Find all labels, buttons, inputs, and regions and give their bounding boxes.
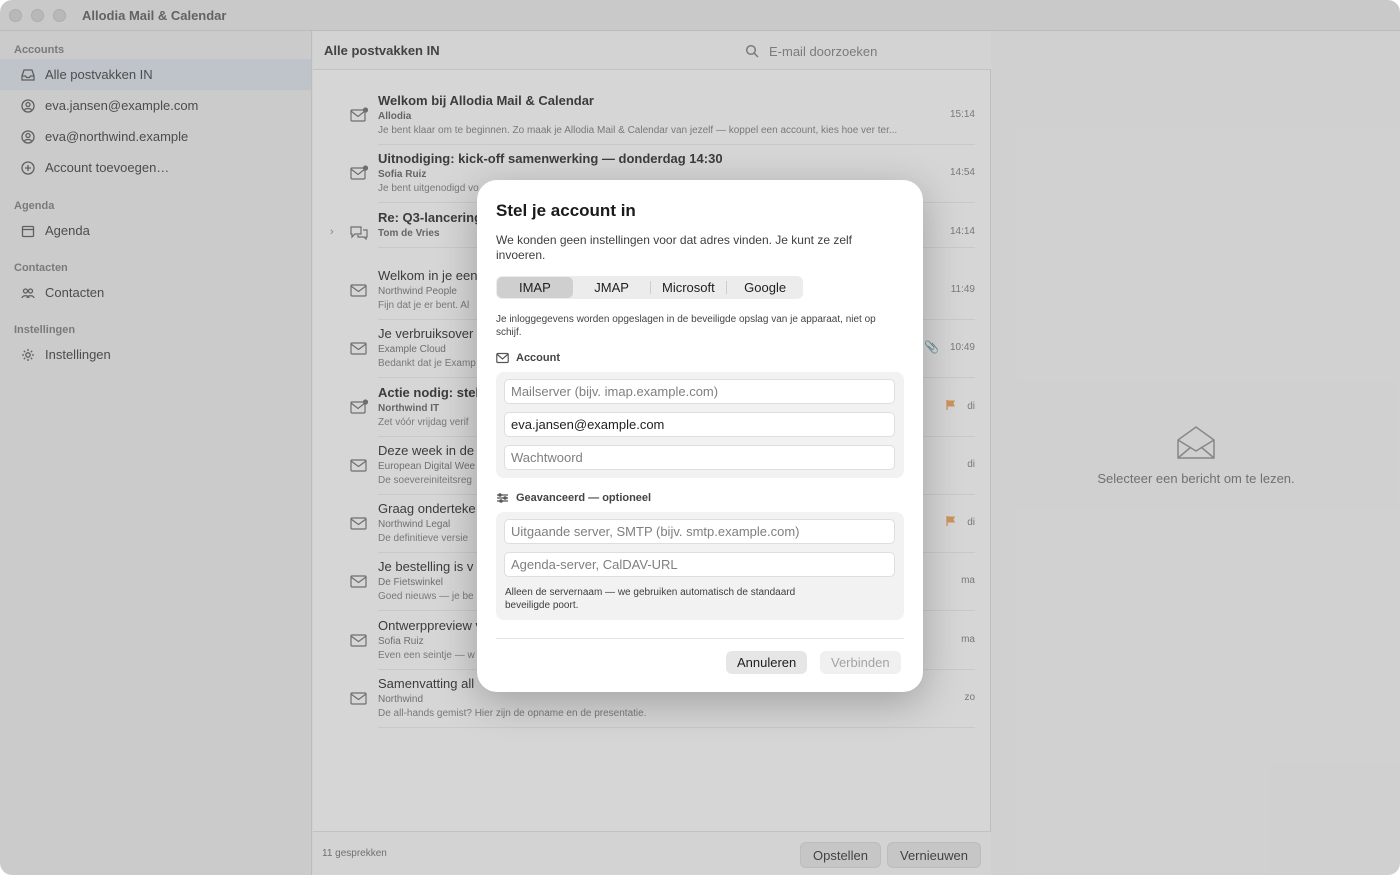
tab-jmap[interactable]: JMAP	[574, 276, 650, 299]
app-window: Allodia Mail & Calendar Accounts Alle po…	[0, 0, 1400, 875]
advanced-section-header: Geavanceerd — optioneel	[496, 492, 651, 504]
dialog-description: We konden geen instellingen voor dat adr…	[496, 233, 853, 262]
account-fields-group	[496, 372, 904, 478]
account-section-label: Account	[516, 352, 560, 364]
mail-server-input[interactable]	[504, 379, 895, 404]
cancel-button[interactable]: Annuleren	[726, 651, 808, 674]
smtp-server-input[interactable]	[504, 519, 895, 544]
advanced-note: Alleen de servernaam — we gebruiken auto…	[505, 587, 796, 611]
dialog-divider	[496, 638, 904, 639]
sliders-icon	[497, 493, 508, 503]
connect-button[interactable]: Verbinden	[820, 651, 901, 674]
advanced-section-label: Geavanceerd — optioneel	[516, 492, 652, 504]
account-section-header: Account	[496, 352, 560, 364]
envelope-icon	[496, 352, 509, 364]
account-setup-dialog: Stel je account in We konden geen instel…	[477, 180, 923, 692]
dialog-title: Stel je account in	[496, 201, 636, 220]
storage-note: Je inloggegevens worden opgeslagen in de…	[496, 314, 876, 338]
protocol-segmented-control: IMAP JMAP Microsoft Google	[496, 276, 803, 299]
tab-microsoft[interactable]: Microsoft	[651, 276, 727, 299]
email-field[interactable]	[504, 412, 895, 437]
advanced-fields-group: Alleen de servernaam — we gebruiken auto…	[496, 512, 904, 620]
tab-google[interactable]: Google	[727, 276, 803, 299]
caldav-url-input[interactable]	[504, 552, 895, 577]
password-input[interactable]	[504, 445, 895, 470]
tab-imap[interactable]: IMAP	[497, 277, 573, 298]
